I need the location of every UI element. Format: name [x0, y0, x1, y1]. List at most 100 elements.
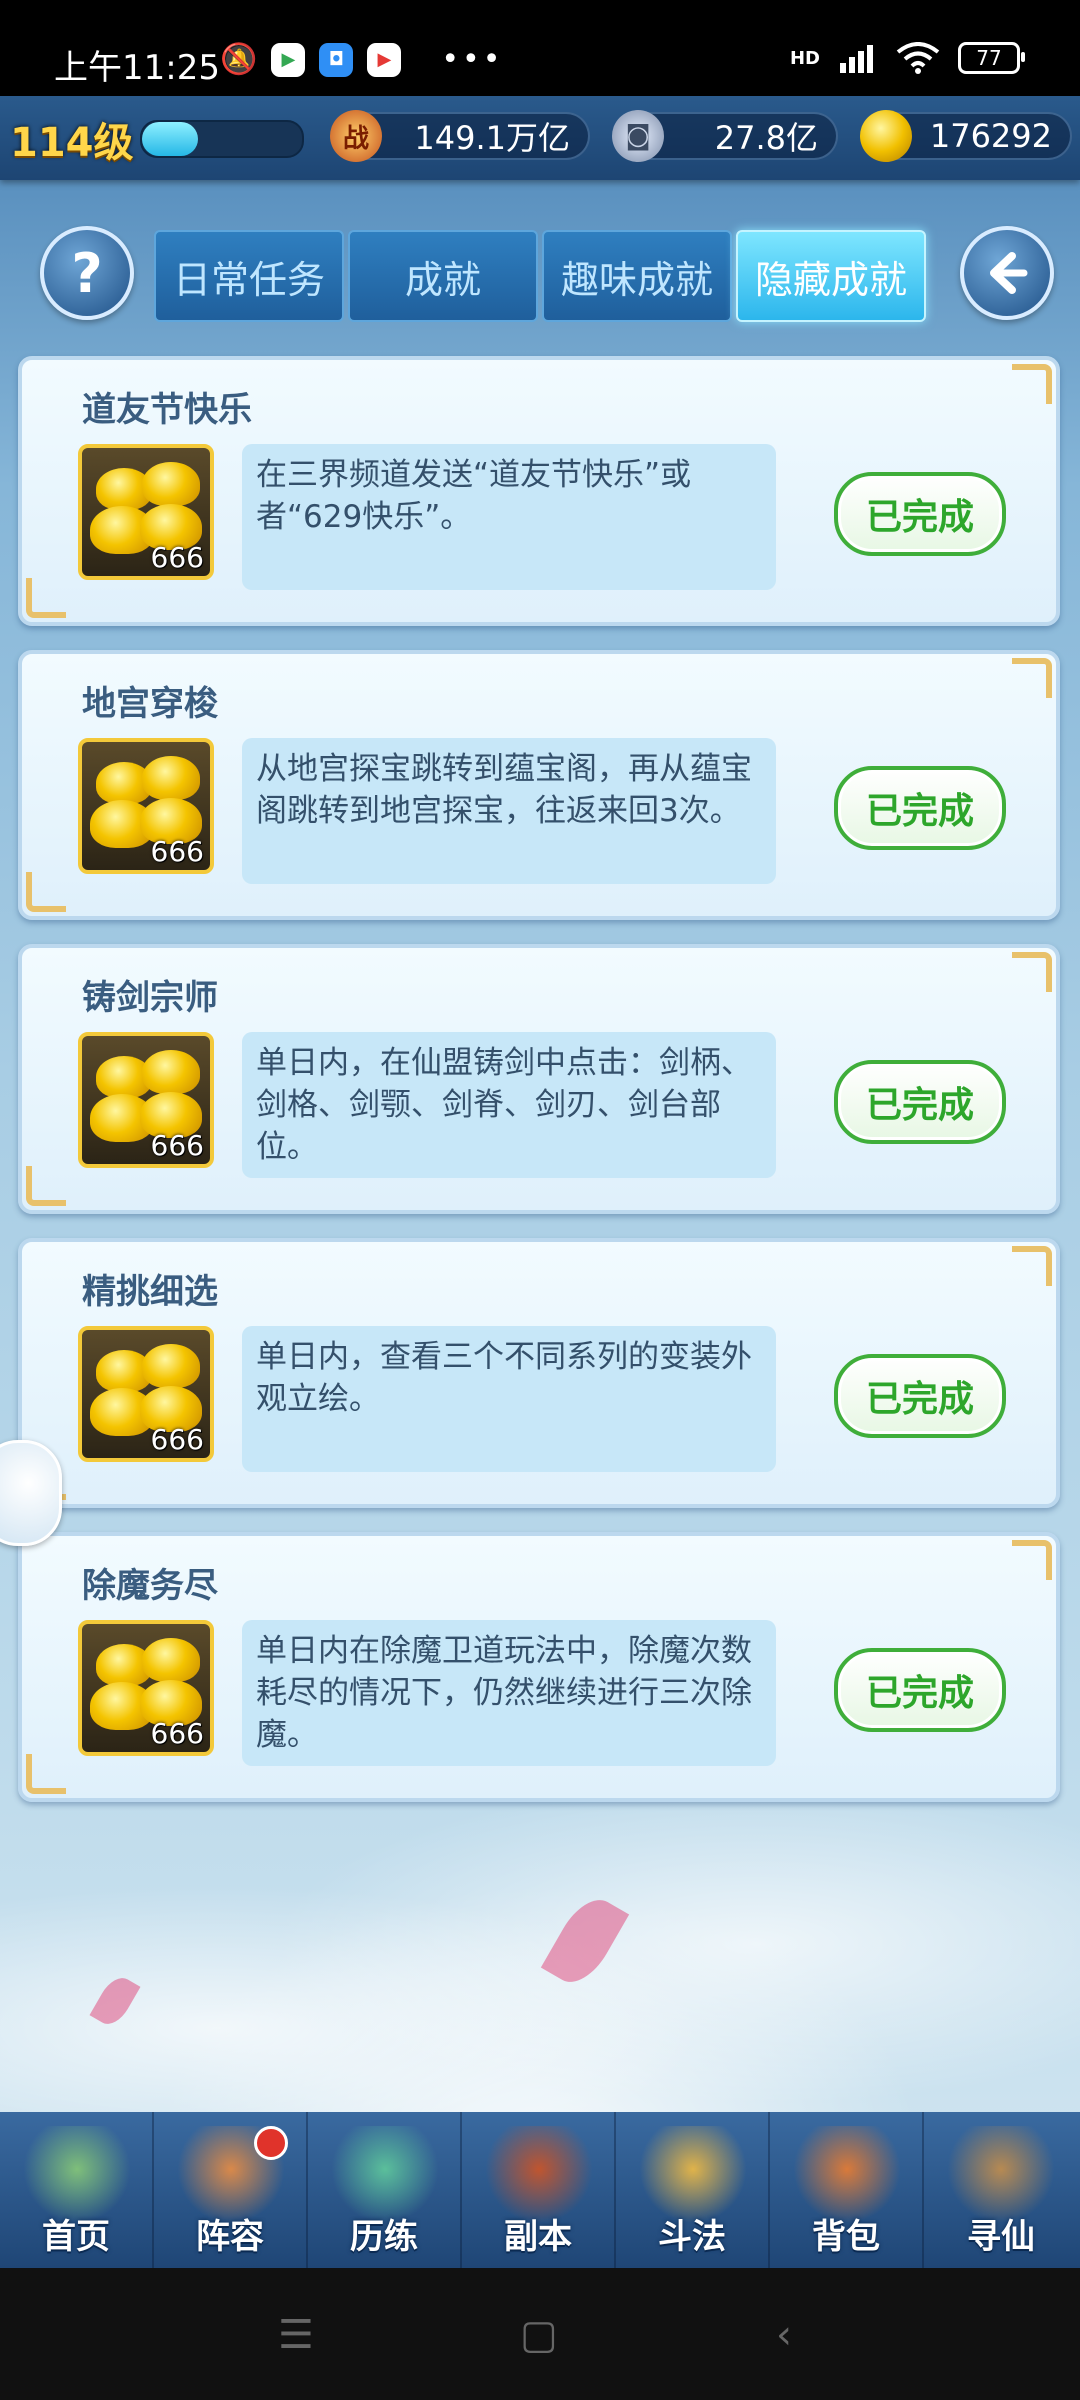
achievement-list: 道友节快乐 666 在三界频道发送“道友节快乐”或者“629快乐”。 已完成 地… — [18, 356, 1060, 1826]
achievement-card: 道友节快乐 666 在三界频道发送“道友节快乐”或者“629快乐”。 已完成 — [18, 356, 1060, 626]
notification-icons: 🔕 ▶ ◘ ▶ ••• — [220, 42, 503, 77]
tab-1[interactable]: 成就 — [348, 230, 538, 322]
achievement-description: 从地宫探宝跳转到蕴宝阁，再从蕴宝阁跳转到地宫探宝，往返来回3次。 — [242, 738, 776, 884]
menu-icon[interactable]: ☰ — [278, 2312, 314, 2358]
nav-item-2[interactable]: 历练 — [308, 2112, 462, 2268]
system-navigation-bar: ☰ ▢ ‹ — [0, 2268, 1080, 2400]
play-store-icon: ▶ — [271, 42, 306, 77]
notification-badge — [254, 2126, 288, 2160]
achievement-title: 除魔务尽 — [82, 1566, 218, 1606]
bottom-navigation: 首页 阵容 历练 副本 斗法 背包 寻仙 — [0, 2112, 1080, 2268]
nav-label: 首页 — [42, 2217, 110, 2257]
gold-ingot-icon — [142, 756, 200, 800]
bag-icon — [792, 2126, 902, 2222]
nav-label: 斗法 — [658, 2217, 726, 2257]
reward-item[interactable]: 666 — [78, 444, 214, 580]
tab-0[interactable]: 日常任务 — [154, 230, 344, 322]
nav-item-4[interactable]: 斗法 — [616, 2112, 770, 2268]
home-icon — [22, 2126, 132, 2222]
combat-power[interactable]: 战 149.1万亿 — [330, 110, 590, 162]
achievement-card: 精挑细选 666 单日内，查看三个不同系列的变装外观立绘。 已完成 — [18, 1238, 1060, 1508]
reward-quantity: 666 — [150, 835, 204, 868]
home-square-icon[interactable]: ▢ — [520, 2312, 558, 2358]
nav-item-1[interactable]: 阵容 — [154, 2112, 308, 2268]
coin-value: 27.8亿 — [714, 119, 818, 157]
reward-item[interactable]: 666 — [78, 738, 214, 874]
nav-label: 副本 — [504, 2217, 572, 2257]
completed-button[interactable]: 已完成 — [834, 1060, 1006, 1144]
nav-label: 背包 — [812, 2217, 880, 2257]
corner-ornament — [26, 1166, 66, 1206]
more-notifications-icon: ••• — [441, 42, 504, 77]
xp-bar — [140, 120, 304, 158]
achievement-card: 铸剑宗师 666 单日内，在仙盟铸剑中点击：剑柄、剑格、剑颚、剑脊、剑刃、剑台部… — [18, 944, 1060, 1214]
nav-item-0[interactable]: 首页 — [0, 2112, 154, 2268]
achievement-tabs: 日常任务 成就 趣味成就 隐藏成就 — [154, 230, 926, 322]
achievement-title: 铸剑宗师 — [82, 978, 218, 1018]
nav-label: 阵容 — [196, 2217, 264, 2257]
reward-item[interactable]: 666 — [78, 1326, 214, 1462]
corner-ornament — [1012, 364, 1052, 404]
gold-ingot-icon — [142, 1344, 200, 1388]
achievement-card: 除魔务尽 666 单日内在除魔卫道玩法中，除魔次数耗尽的情况下，仍然继续进行三次… — [18, 1532, 1060, 1802]
floating-avatar[interactable] — [0, 1440, 62, 1546]
corner-ornament — [26, 578, 66, 618]
reward-quantity: 666 — [150, 1717, 204, 1750]
gold-balance[interactable]: 176292 — [860, 110, 1072, 162]
hd-label: HD — [789, 47, 820, 69]
achievement-description: 单日内，查看三个不同系列的变装外观立绘。 — [242, 1326, 776, 1472]
xp-fill — [142, 122, 198, 156]
achievement-title: 道友节快乐 — [82, 390, 252, 430]
back-arrow-icon — [990, 252, 1028, 294]
wifi-icon — [896, 42, 940, 74]
tab-2[interactable]: 趣味成就 — [542, 230, 732, 322]
nav-item-5[interactable]: 背包 — [770, 2112, 924, 2268]
completed-button[interactable]: 已完成 — [834, 1648, 1006, 1732]
app-notification-icon: ◘ — [319, 42, 354, 77]
reward-item[interactable]: 666 — [78, 1032, 214, 1168]
back-nav-icon[interactable]: ‹ — [776, 2312, 792, 2358]
nav-item-6[interactable]: 寻仙 — [924, 2112, 1078, 2268]
reward-item[interactable]: 666 — [78, 1620, 214, 1756]
nav-label: 寻仙 — [967, 2217, 1035, 2257]
battery-icon: 77 — [958, 42, 1025, 74]
mute-icon: 🔕 — [220, 42, 258, 77]
nav-item-3[interactable]: 副本 — [462, 2112, 616, 2268]
training-icon — [330, 2126, 440, 2222]
achievement-description: 单日内在除魔卫道玩法中，除魔次数耗尽的情况下，仍然继续进行三次除魔。 — [242, 1620, 776, 1766]
player-level: 114级 — [10, 120, 134, 166]
corner-ornament — [1012, 658, 1052, 698]
signal-icon — [840, 45, 873, 73]
gold-ingot-icon — [860, 110, 912, 162]
combat-power-value: 149.1万亿 — [414, 119, 570, 157]
achievement-title: 精挑细选 — [82, 1272, 218, 1312]
video-app-icon: ▶ — [367, 42, 402, 77]
reward-quantity: 666 — [150, 541, 204, 574]
reward-quantity: 666 — [150, 1129, 204, 1162]
help-button[interactable]: ? — [40, 226, 134, 320]
tab-3[interactable]: 隐藏成就 — [736, 230, 926, 322]
seek-immortal-icon — [946, 2126, 1056, 2222]
completed-button[interactable]: 已完成 — [834, 766, 1006, 850]
back-button[interactable] — [960, 226, 1054, 320]
coin-icon: ◙ — [612, 110, 664, 162]
nav-label: 历练 — [350, 2217, 418, 2257]
corner-ornament — [26, 872, 66, 912]
gold-ingot-icon — [142, 462, 200, 506]
combat-icon: 战 — [330, 110, 382, 162]
system-status-icons: HD 77 — [789, 42, 1025, 74]
coin-balance[interactable]: ◙ 27.8亿 — [612, 110, 838, 162]
game-screen: 114级 战 149.1万亿 ◙ 27.8亿 176292 ? 日常任务 成就 趣味… — [0, 96, 1080, 2268]
corner-ornament — [1012, 1246, 1052, 1286]
achievement-description: 在三界频道发送“道友节快乐”或者“629快乐”。 — [242, 444, 776, 590]
dungeon-icon — [484, 2126, 594, 2222]
duel-icon — [638, 2126, 748, 2222]
achievement-card: 地宫穿梭 666 从地宫探宝跳转到蕴宝阁，再从蕴宝阁跳转到地宫探宝，往返来回3次… — [18, 650, 1060, 920]
gold-value: 176292 — [929, 117, 1052, 155]
completed-button[interactable]: 已完成 — [834, 472, 1006, 556]
corner-ornament — [26, 1754, 66, 1794]
achievement-title: 地宫穿梭 — [82, 684, 218, 724]
reward-quantity: 666 — [150, 1423, 204, 1456]
achievement-description: 单日内，在仙盟铸剑中点击：剑柄、剑格、剑颚、剑脊、剑刃、剑台部位。 — [242, 1032, 776, 1178]
completed-button[interactable]: 已完成 — [834, 1354, 1006, 1438]
